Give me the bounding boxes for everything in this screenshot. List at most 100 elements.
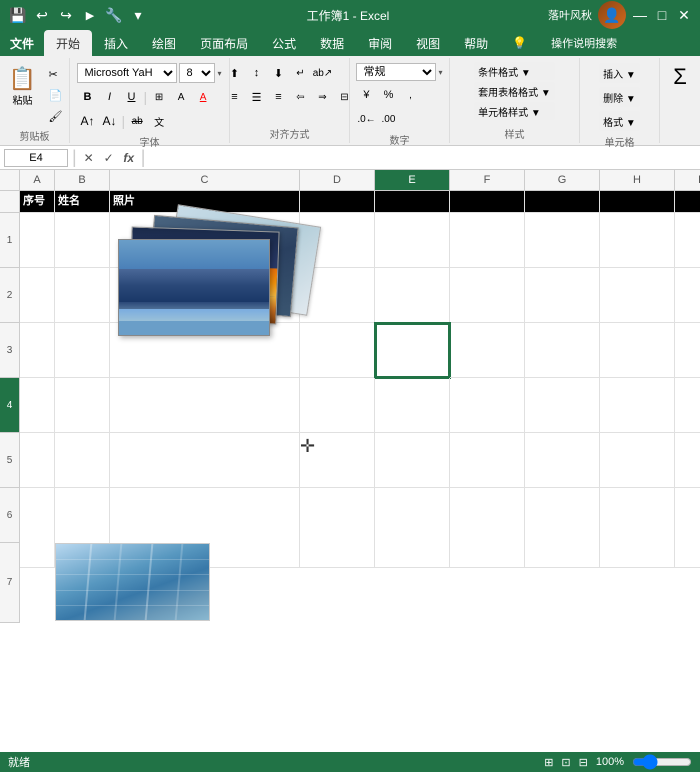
cell-f2[interactable] (450, 213, 525, 268)
fill-color-button[interactable]: A (171, 87, 191, 107)
row-header-6[interactable]: 5 (0, 433, 20, 488)
cell-c2[interactable] (110, 213, 300, 268)
cell-i3[interactable] (675, 268, 700, 323)
cell-b5[interactable] (55, 378, 110, 433)
col-header-d[interactable]: D (300, 170, 375, 190)
cell-d2[interactable] (300, 213, 375, 268)
cell-f7[interactable] (450, 488, 525, 568)
tab-insert[interactable]: 插入 (92, 30, 140, 56)
maximize-button[interactable]: □ (654, 7, 670, 23)
cell-e4[interactable] (375, 323, 450, 378)
font-name-select[interactable]: Microsoft YaH (77, 63, 177, 83)
col-header-e[interactable]: E (375, 170, 450, 190)
cell-c1[interactable]: 照片 (110, 191, 300, 213)
number-format-select[interactable]: 常规 (356, 63, 436, 81)
col-header-a[interactable]: A (20, 170, 55, 190)
tab-review[interactable]: 审阅 (356, 30, 404, 56)
cell-i6[interactable] (675, 433, 700, 488)
cell-style-button[interactable]: 单元格样式 ▼ (474, 102, 555, 120)
col-header-g[interactable]: G (525, 170, 600, 190)
tab-data[interactable]: 数据 (308, 30, 356, 56)
increase-font-button[interactable]: A↑ (77, 111, 97, 131)
cell-h3[interactable] (600, 268, 675, 323)
cell-d1[interactable] (300, 191, 375, 213)
row-header-7[interactable]: 6 (0, 488, 20, 543)
cell-b4[interactable] (55, 323, 110, 378)
cell-g7[interactable] (525, 488, 600, 568)
formula-input[interactable] (149, 151, 696, 165)
undo-icon[interactable]: ↩ (32, 5, 52, 25)
cell-e7[interactable] (375, 488, 450, 568)
row-header-1[interactable] (0, 191, 20, 213)
cell-a5[interactable] (20, 378, 55, 433)
col-header-b[interactable]: B (55, 170, 110, 190)
tab-search[interactable]: 操作说明搜索 (539, 30, 629, 56)
cell-a4[interactable] (20, 323, 55, 378)
cut-button[interactable]: ✂ (45, 64, 67, 84)
number-format-dropdown-icon[interactable]: ▾ (438, 68, 442, 77)
cell-a6[interactable] (20, 433, 55, 488)
minimize-button[interactable]: — (632, 7, 648, 23)
cancel-formula-button[interactable]: ✕ (81, 151, 97, 165)
cell-i4[interactable] (675, 323, 700, 378)
copy-button[interactable]: 📄 (45, 85, 67, 105)
cell-g1[interactable] (525, 191, 600, 213)
font-size-select[interactable]: 8 (179, 63, 215, 83)
text-wrap-button[interactable]: ↵ (291, 63, 311, 83)
cell-f6[interactable] (450, 433, 525, 488)
cell-h5[interactable] (600, 378, 675, 433)
col-header-f[interactable]: F (450, 170, 525, 190)
cell-c5[interactable] (110, 378, 300, 433)
row-header-8[interactable]: 7 (0, 543, 20, 623)
tab-formula[interactable]: 公式 (260, 30, 308, 56)
cell-h7[interactable] (600, 488, 675, 568)
select-all-button[interactable] (0, 170, 20, 190)
status-view-page[interactable]: ⊡ (561, 756, 570, 769)
font-color-button[interactable]: A (193, 87, 213, 107)
increase-indent-button[interactable]: ⇒ (313, 87, 333, 107)
cell-h1[interactable] (600, 191, 675, 213)
cell-i2[interactable] (675, 213, 700, 268)
align-left-button[interactable]: ≡ (225, 87, 245, 107)
cell-e6[interactable] (375, 433, 450, 488)
paste-button[interactable]: 📋 粘贴 (3, 60, 43, 112)
tab-lightbulb-icon[interactable]: 💡 (500, 30, 539, 56)
cell-h6[interactable] (600, 433, 675, 488)
cell-a7[interactable] (20, 488, 55, 568)
cell-c4[interactable] (110, 323, 300, 378)
cell-a1[interactable]: 序号 (20, 191, 55, 213)
cell-b1[interactable]: 姓名 (55, 191, 110, 213)
cell-e5[interactable] (375, 378, 450, 433)
align-middle-button[interactable]: ↕ (247, 63, 267, 83)
increase-decimal-button[interactable]: .00 (378, 109, 398, 129)
name-box[interactable] (4, 149, 68, 167)
close-button[interactable]: ✕ (676, 7, 692, 23)
status-view-break[interactable]: ⊟ (579, 756, 588, 769)
cell-d4[interactable] (300, 323, 375, 378)
cell-b3[interactable] (55, 268, 110, 323)
cell-b6[interactable] (55, 433, 110, 488)
cell-d7[interactable] (300, 488, 375, 568)
cell-i7[interactable] (675, 488, 700, 568)
col-header-i[interactable]: I (675, 170, 700, 190)
delete-button[interactable]: 删除 ▼ (599, 87, 640, 107)
cell-e3[interactable] (375, 268, 450, 323)
col-header-h[interactable]: H (600, 170, 675, 190)
tools-icon[interactable]: 🔧 (104, 5, 124, 25)
insert-button[interactable]: 插入 ▼ (599, 63, 640, 83)
save-icon[interactable]: 💾 (8, 5, 28, 25)
tab-help[interactable]: 帮助 (452, 30, 500, 56)
cell-b2[interactable] (55, 213, 110, 268)
zoom-slider[interactable] (632, 757, 692, 767)
tab-home[interactable]: 开始 (44, 30, 92, 56)
cell-g2[interactable] (525, 213, 600, 268)
cell-a3[interactable] (20, 268, 55, 323)
user-avatar[interactable]: 👤 (598, 1, 626, 29)
row-header-5[interactable]: 4 (0, 378, 20, 433)
status-view-normal[interactable]: ⊞ (544, 756, 553, 769)
italic-button[interactable]: I (99, 87, 119, 107)
tab-page-layout[interactable]: 页面布局 (188, 30, 260, 56)
tab-file[interactable]: 文件 (0, 30, 44, 56)
decrease-font-button[interactable]: A↓ (99, 111, 119, 131)
cell-c6[interactable] (110, 433, 300, 488)
